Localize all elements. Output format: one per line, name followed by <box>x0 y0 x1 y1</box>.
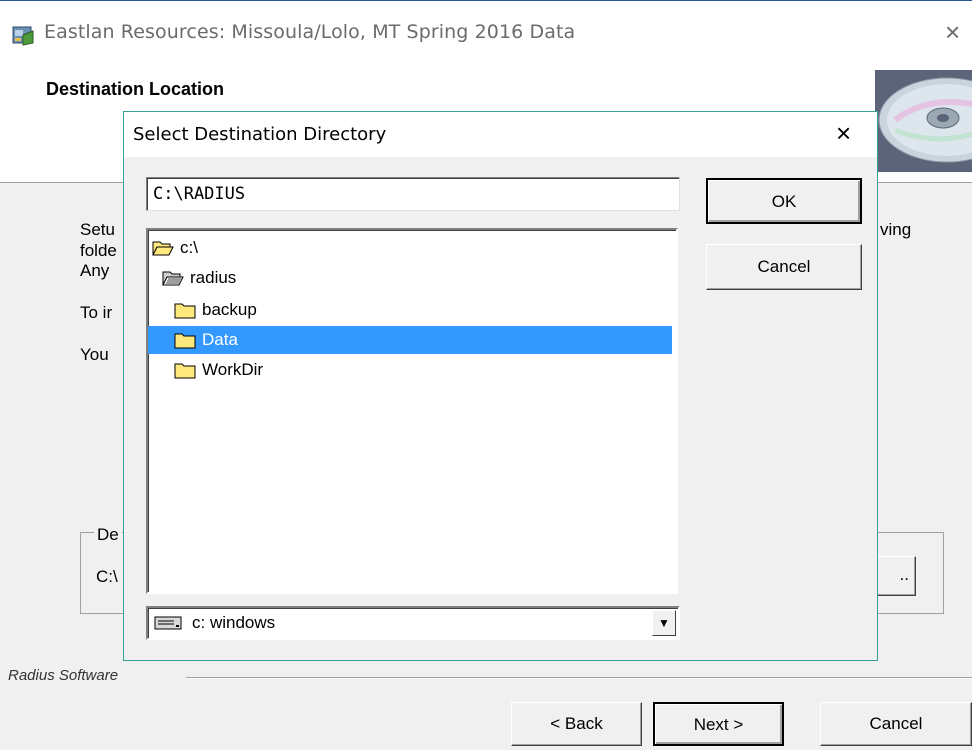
window-close-button[interactable]: × <box>945 19 960 45</box>
installer-icon <box>12 26 34 46</box>
drive-select-value: c: windows <box>192 613 276 632</box>
body-text-line2: folde <box>80 241 117 260</box>
dialog-close-button[interactable]: × <box>836 120 851 146</box>
select-destination-dialog: Select Destination Directory × C:\RADIUS… <box>123 111 878 661</box>
open-folder-icon <box>162 271 184 286</box>
body-text-line5: You <box>80 345 109 364</box>
folder-icon <box>174 303 196 319</box>
brand-divider <box>186 677 972 679</box>
tree-item-root[interactable]: c:\ <box>152 234 198 262</box>
tree-item-label: Data <box>202 330 238 349</box>
drive-icon <box>154 616 182 630</box>
body-text-line1: Setu <box>80 220 115 239</box>
folder-icon <box>174 363 196 379</box>
chevron-down-icon[interactable]: ▼ <box>652 610 676 636</box>
page-title: Destination Location <box>46 79 225 99</box>
window-titlebar: Eastlan Resources: Missoula/Lolo, MT Spr… <box>0 0 972 67</box>
tree-item-label: c:\ <box>180 238 198 257</box>
path-input[interactable]: C:\RADIUS <box>146 177 680 211</box>
tree-item-workdir[interactable]: WorkDir <box>174 356 263 384</box>
dialog-cancel-button[interactable]: Cancel <box>706 244 862 290</box>
cancel-button[interactable]: Cancel <box>820 702 972 746</box>
dialog-titlebar: Select Destination Directory × <box>124 112 877 157</box>
folder-icon <box>174 333 196 349</box>
cd-disc-icon <box>875 70 972 172</box>
tree-item-label: radius <box>190 268 237 287</box>
open-folder-icon <box>152 241 174 256</box>
window-title: Eastlan Resources: Missoula/Lolo, MT Spr… <box>44 21 576 43</box>
brand-label: Radius Software <box>8 667 119 684</box>
next-button[interactable]: Next > <box>653 702 784 746</box>
destination-folder-value: C:\ <box>96 567 118 586</box>
ok-button[interactable]: OK <box>706 178 862 224</box>
drive-select[interactable]: c: windows ▼ <box>146 606 680 640</box>
tree-item-label: WorkDir <box>202 360 264 379</box>
destination-folder-label: De <box>94 525 122 545</box>
tree-item-data[interactable]: Data <box>148 326 672 354</box>
body-text-line1-end: ving <box>880 220 912 239</box>
tree-item-radius[interactable]: radius <box>162 264 236 292</box>
dialog-title: Select Destination Directory <box>133 124 387 145</box>
body-text-line4: To ir <box>80 303 113 322</box>
tree-item-label: backup <box>202 300 257 319</box>
back-button[interactable]: < Back <box>511 702 642 746</box>
directory-tree[interactable]: c:\ radius backup Data WorkDir <box>146 228 678 594</box>
body-text-line3: Any <box>80 261 110 280</box>
tree-item-backup[interactable]: backup <box>174 296 374 324</box>
